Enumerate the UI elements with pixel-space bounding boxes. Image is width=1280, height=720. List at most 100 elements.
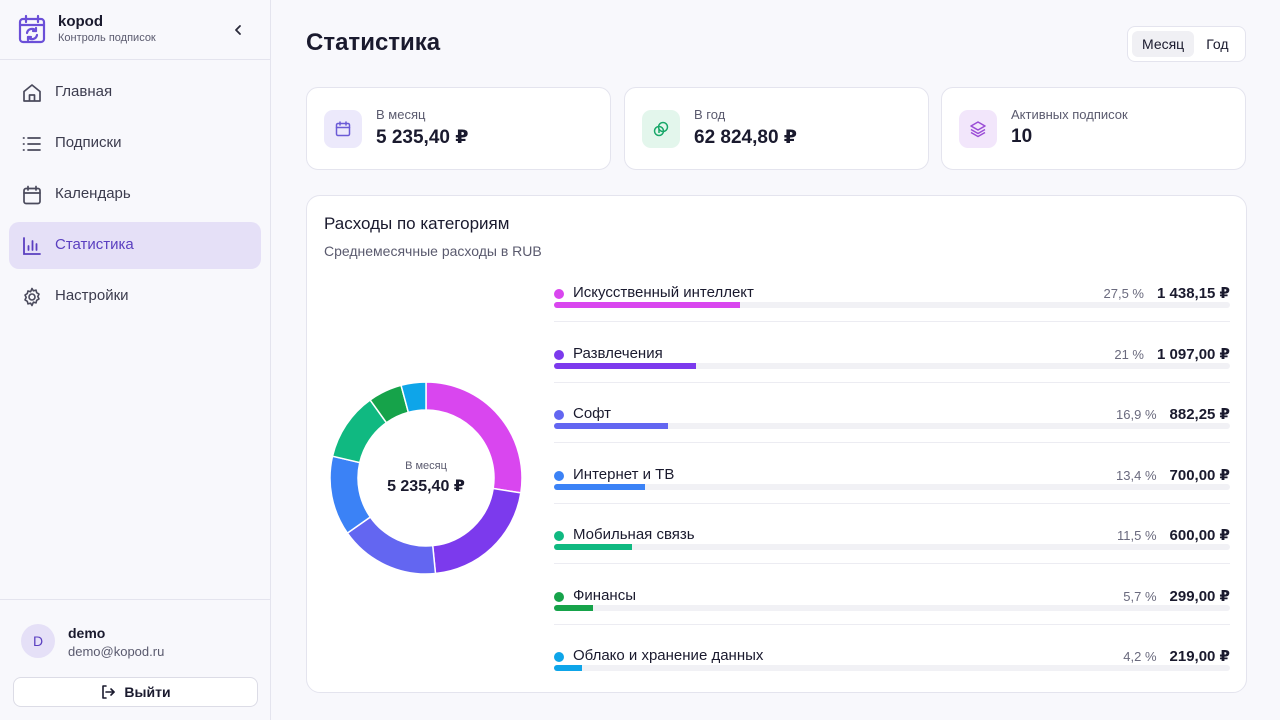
stat-value: 10 <box>1011 126 1033 147</box>
sidebar-item-settings[interactable]: Настройки <box>9 273 261 320</box>
stat-label: Активных подписок <box>1011 107 1128 122</box>
category-amount: 1 097,00 ₽ <box>1157 346 1230 363</box>
category-progress-track <box>554 605 1230 611</box>
user-name: demo <box>68 625 106 641</box>
calendar-icon <box>23 185 41 205</box>
category-percent: 4,2 % <box>1123 649 1157 664</box>
period-toggle: Месяц Год <box>1127 26 1246 62</box>
category-row[interactable]: Финансы 5,7 % 299,00 ₽ <box>554 587 1230 647</box>
row-divider <box>554 382 1230 383</box>
category-color-dot <box>554 410 564 420</box>
layers-icon <box>970 121 986 138</box>
logout-button[interactable]: Выйти <box>13 677 258 707</box>
category-amount: 219,00 ₽ <box>1169 648 1230 665</box>
category-values: 13,4 % 700,00 ₽ <box>1116 466 1230 484</box>
category-name: Развлечения <box>573 345 663 362</box>
row-divider <box>554 321 1230 322</box>
category-row[interactable]: Развлечения 21 % 1 097,00 ₽ <box>554 345 1230 405</box>
sidebar: kopod Контроль подписок Главная Подписки… <box>0 0 271 720</box>
sidebar-item-label: Настройки <box>55 287 129 304</box>
category-color-dot <box>554 652 564 662</box>
brand-subtitle: Контроль подписок <box>58 32 156 44</box>
category-color-dot <box>554 471 564 481</box>
category-row[interactable]: Облако и хранение данных 4,2 % 219,00 ₽ <box>554 647 1230 707</box>
category-amount: 700,00 ₽ <box>1169 467 1230 484</box>
period-month-button[interactable]: Месяц <box>1132 31 1195 57</box>
category-values: 4,2 % 219,00 ₽ <box>1123 647 1230 665</box>
category-row[interactable]: Интернет и ТВ 13,4 % 700,00 ₽ <box>554 466 1230 526</box>
category-progress-fill <box>554 302 740 308</box>
donut-slice[interactable] <box>431 487 522 575</box>
category-name: Софт <box>573 405 612 422</box>
logout-label: Выйти <box>124 684 171 700</box>
category-progress-fill <box>554 605 593 611</box>
coins-icon <box>653 121 669 137</box>
user-email: demo@kopod.ru <box>68 644 165 659</box>
category-progress-fill <box>554 665 583 671</box>
category-name: Финансы <box>573 587 636 604</box>
category-percent: 5,7 % <box>1123 589 1157 604</box>
row-divider <box>554 563 1230 564</box>
category-color-dot <box>554 350 564 360</box>
categories-panel: Расходы по категориям Среднемесячные рас… <box>306 195 1247 693</box>
category-amount: 1 438,15 ₽ <box>1157 285 1230 302</box>
category-amount: 600,00 ₽ <box>1169 527 1230 544</box>
category-row[interactable]: Мобильная связь 11,5 % 600,00 ₽ <box>554 526 1230 586</box>
category-values: 21 % 1 097,00 ₽ <box>1114 345 1230 363</box>
stat-icon-box <box>959 110 997 148</box>
donut-slice[interactable] <box>346 515 437 575</box>
user-panel: D demo demo@kopod.ru Выйти <box>0 599 270 707</box>
category-amount: 882,25 ₽ <box>1169 406 1230 423</box>
category-name: Интернет и ТВ <box>573 466 675 483</box>
category-progress-fill <box>554 544 632 550</box>
category-name: Облако и хранение данных <box>573 647 764 664</box>
row-divider <box>554 503 1230 504</box>
category-values: 11,5 % 600,00 ₽ <box>1117 526 1230 544</box>
period-year-button[interactable]: Год <box>1196 31 1238 57</box>
sidebar-nav: Главная Подписки Календарь Статистика На… <box>0 60 270 320</box>
category-percent: 11,5 % <box>1117 528 1157 543</box>
sidebar-item-label: Главная <box>55 83 113 100</box>
brand-header: kopod Контроль подписок <box>0 0 270 60</box>
panel-subtitle: Среднемесячные расходы в RUB <box>324 243 542 259</box>
category-progress-fill <box>554 484 645 490</box>
stat-card-monthly: В месяц 5 235,40 ₽ <box>306 87 611 170</box>
bar-chart-icon <box>23 237 41 255</box>
sidebar-item-home[interactable]: Главная <box>9 69 261 116</box>
page-title: Статистика <box>306 29 441 56</box>
sidebar-item-label: Статистика <box>55 236 134 253</box>
donut-center-label: В месяц <box>405 460 447 472</box>
category-values: 27,5 % 1 438,15 ₽ <box>1104 284 1230 302</box>
category-progress-track <box>554 423 1230 429</box>
category-color-dot <box>554 289 564 299</box>
category-percent: 27,5 % <box>1103 286 1144 301</box>
home-icon <box>23 84 41 102</box>
calendar-sync-logo-icon <box>18 14 46 44</box>
category-name: Мобильная связь <box>573 526 695 543</box>
category-values: 16,9 % 882,25 ₽ <box>1116 405 1230 423</box>
panel-title: Расходы по категориям <box>324 214 510 233</box>
avatar: D <box>21 624 55 658</box>
category-values: 5,7 % 299,00 ₽ <box>1123 587 1230 605</box>
stat-label: В год <box>694 107 726 122</box>
brand-name: kopod <box>58 13 103 30</box>
category-row[interactable]: Искусственный интеллект 27,5 % 1 438,15 ₽ <box>554 284 1230 344</box>
stat-value: 62 824,80 ₽ <box>694 127 798 148</box>
sidebar-item-calendar[interactable]: Календарь <box>9 171 261 218</box>
category-progress-track <box>554 484 1230 490</box>
category-progress-fill <box>554 423 669 429</box>
category-progress-track <box>554 665 1230 671</box>
category-percent: 16,9 % <box>1116 407 1157 422</box>
category-progress-track <box>554 363 1230 369</box>
calendar-icon <box>335 121 351 137</box>
sidebar-item-subscriptions[interactable]: Подписки <box>9 120 261 167</box>
stat-card-active: Активных подписок 10 <box>941 87 1246 170</box>
sidebar-item-statistics[interactable]: Статистика <box>9 222 261 269</box>
stat-icon-box <box>642 110 680 148</box>
collapse-sidebar-button[interactable] <box>228 20 248 40</box>
row-divider <box>554 624 1230 625</box>
stat-card-yearly: В год 62 824,80 ₽ <box>624 87 929 170</box>
category-row[interactable]: Софт 16,9 % 882,25 ₽ <box>554 405 1230 465</box>
logout-icon <box>102 685 116 699</box>
donut-center-value: 5 235,40 ₽ <box>387 478 465 495</box>
